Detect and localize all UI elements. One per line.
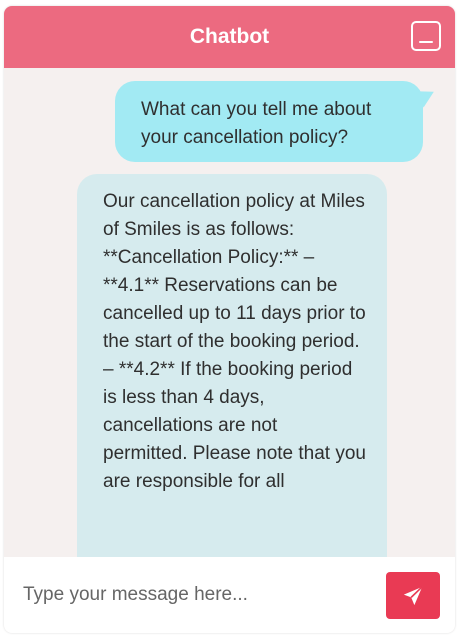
user-bubble-tail: [415, 84, 439, 108]
bot-message-text: Our cancellation policy at Miles of Smil…: [103, 191, 366, 492]
user-message-text: What can you tell me about your cancella…: [141, 99, 372, 148]
chat-window: Chatbot What can you tell me about your …: [4, 6, 455, 633]
minimize-icon: [419, 41, 433, 43]
send-icon: [403, 585, 423, 605]
chat-title: Chatbot: [189, 25, 270, 48]
user-message: What can you tell me about your cancella…: [115, 81, 439, 162]
message-list[interactable]: What can you tell me about your cancella…: [4, 68, 455, 557]
message-input[interactable]: [4, 557, 374, 633]
bot-message: Our cancellation policy at Miles of Smil…: [77, 174, 387, 557]
send-button[interactable]: [386, 572, 440, 619]
message-composer: [4, 557, 455, 633]
minimize-button[interactable]: [411, 21, 441, 51]
chat-header: Chatbot: [4, 6, 455, 68]
